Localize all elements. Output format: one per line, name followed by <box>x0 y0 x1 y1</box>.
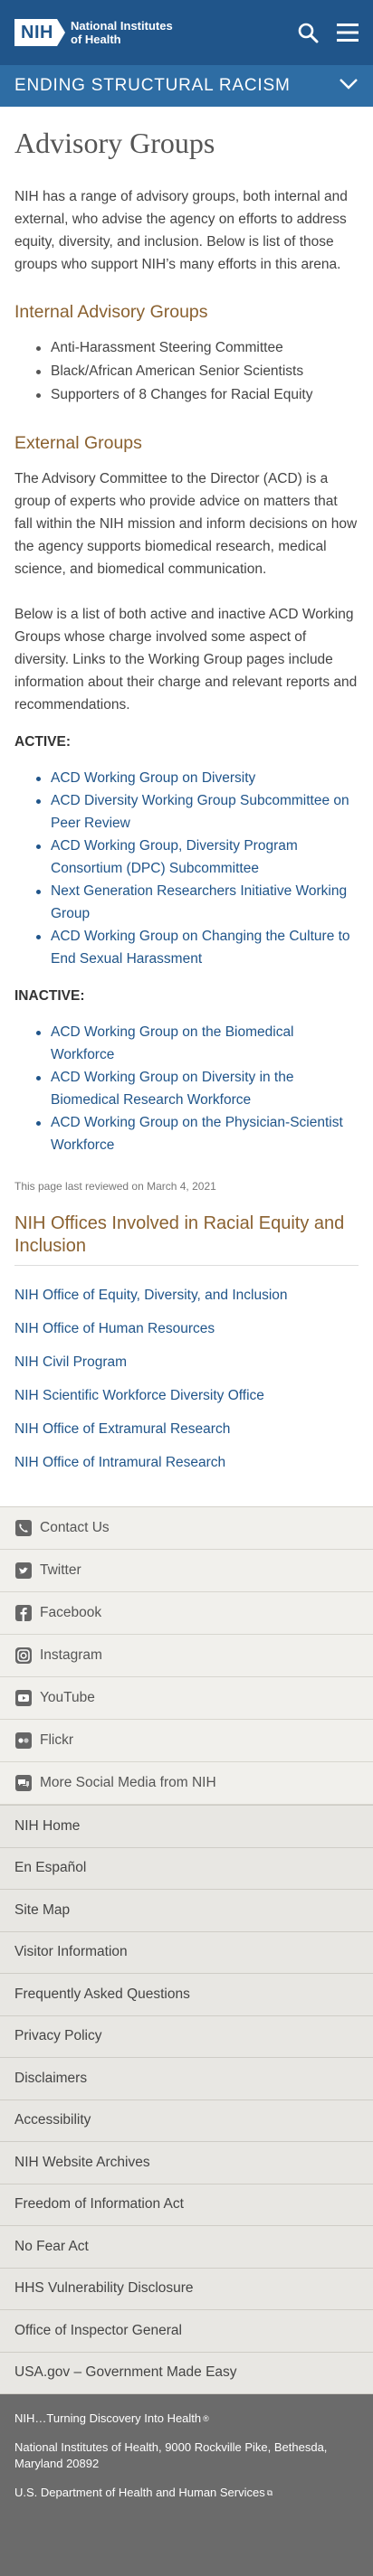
office-link[interactable]: NIH Office of Extramural Research <box>14 1421 230 1437</box>
office-link[interactable]: NIH Civil Program <box>14 1354 127 1370</box>
inactive-group-link[interactable]: ACD Working Group on the Physician-Scien… <box>36 1111 359 1156</box>
active-group-link[interactable]: ACD Working Group on Changing the Cultur… <box>36 925 359 970</box>
social-instagram[interactable]: Instagram <box>0 1635 373 1677</box>
facebook-icon <box>14 1604 33 1622</box>
twitter-icon <box>14 1562 33 1580</box>
address: National Institutes of Health, 9000 Rock… <box>14 2440 328 2470</box>
footer-link[interactable]: Visitor Information <box>0 1932 373 1974</box>
footer-link[interactable]: En Español <box>0 1848 373 1890</box>
site-header: NIH National Institutes of Health ENDING… <box>0 0 373 107</box>
active-group-link[interactable]: ACD Working Group on Diversity <box>36 767 359 789</box>
header-actions <box>297 22 359 43</box>
offices-list: NIH Office of Equity, Diversity, and Inc… <box>14 1279 359 1479</box>
internal-groups-heading: Internal Advisory Groups <box>14 302 208 322</box>
footer-link[interactable]: No Fear Act <box>0 2226 373 2269</box>
active-group-link[interactable]: ACD Diversity Working Group Subcommittee… <box>36 789 359 835</box>
inactive-label: INACTIVE: <box>14 988 85 1004</box>
footer-link[interactable]: Accessibility <box>0 2100 373 2142</box>
footer-link[interactable]: Frequently Asked Questions <box>0 1974 373 2016</box>
active-group-link[interactable]: ACD Working Group, Diversity Program Con… <box>36 835 359 880</box>
footer-links: NIH Home En Español Site Map Visitor Inf… <box>0 1805 373 2394</box>
top-bar: NIH National Institutes of Health <box>0 0 373 65</box>
office-link[interactable]: NIH Office of Intramural Research <box>14 1455 225 1470</box>
intro-paragraph: NIH has a range of advisory groups, both… <box>14 189 348 272</box>
social-label: Contact Us <box>40 1520 110 1535</box>
logo-line-2: of Health <box>71 33 121 46</box>
footer-link[interactable]: NIH Website Archives <box>0 2142 373 2184</box>
nih-logo[interactable]: NIH National Institutes of Health <box>14 19 173 46</box>
social-facebook[interactable]: Facebook <box>0 1592 373 1635</box>
offices-heading: NIH Offices Involved in Racial Equity an… <box>14 1213 359 1266</box>
inactive-groups-list: ACD Working Group on the Biomedical Work… <box>14 1021 359 1156</box>
office-link[interactable]: NIH Office of Equity, Diversity, and Inc… <box>14 1288 288 1303</box>
logo-line-1: National Institutes <box>71 19 173 33</box>
social-label: More Social Media from NIH <box>40 1775 216 1790</box>
social-more[interactable]: More Social Media from NIH <box>0 1762 373 1805</box>
logo-mark: NIH <box>14 19 65 46</box>
footer-link[interactable]: HHS Vulnerability Disclosure <box>0 2269 373 2310</box>
page-title: Advisory Groups <box>14 127 215 159</box>
social-flickr[interactable]: Flickr <box>0 1720 373 1762</box>
list-item: Anti-Harassment Steering Committee <box>36 336 359 360</box>
office-link[interactable]: NIH Office of Human Resources <box>14 1321 215 1336</box>
active-label: ACTIVE: <box>14 734 71 750</box>
footer-link[interactable]: Disclaimers <box>0 2058 373 2100</box>
footer-link[interactable]: Site Map <box>0 1890 373 1932</box>
tagline: NIH…Turning Discovery Into Health ® <box>14 2411 209 2425</box>
social-youtube[interactable]: YouTube <box>0 1677 373 1720</box>
section-nav-toggle[interactable]: ENDING STRUCTURAL RACISM <box>0 65 373 107</box>
footer-link[interactable]: USA.gov – Government Made Easy <box>0 2353 373 2394</box>
flickr-icon <box>14 1731 33 1750</box>
inactive-group-link[interactable]: ACD Working Group on the Biomedical Work… <box>36 1021 359 1066</box>
logo-text: National Institutes of Health <box>71 19 173 46</box>
search-icon[interactable] <box>297 22 319 43</box>
list-item: Supporters of 8 Changes for Racial Equit… <box>36 383 359 407</box>
external-paragraph-2: Below is a list of both active and inact… <box>14 607 358 712</box>
active-groups-list: ACD Working Group on Diversity ACD Diver… <box>14 767 359 970</box>
inactive-group-link[interactable]: ACD Working Group on Diversity in the Bi… <box>36 1066 359 1111</box>
chevron-down-icon <box>339 78 359 95</box>
social-label: Instagram <box>40 1647 102 1663</box>
site-footer: Contact Us Twitter Facebook Instagram Yo… <box>0 1506 373 2576</box>
social-label: Flickr <box>40 1732 74 1748</box>
phone-icon <box>14 1519 33 1537</box>
active-group-link[interactable]: Next Generation Researchers Initiative W… <box>36 880 359 925</box>
offices-section: NIH Offices Involved in Racial Equity an… <box>14 1213 359 1479</box>
chat-icon <box>14 1774 33 1792</box>
footer-link[interactable]: NIH Home <box>0 1806 373 1848</box>
footer-bottom: NIH…Turning Discovery Into Health ® Natio… <box>0 2394 373 2576</box>
footer-link[interactable]: Privacy Policy <box>0 2016 373 2058</box>
external-groups-heading: External Groups <box>14 433 142 453</box>
external-link-icon: ⧉ <box>266 2488 273 2497</box>
social-contact-us[interactable]: Contact Us <box>0 1507 373 1550</box>
last-reviewed: This page last reviewed on March 4, 2021 <box>14 1180 216 1193</box>
social-links: Contact Us Twitter Facebook Instagram Yo… <box>0 1506 373 1805</box>
instagram-icon <box>14 1647 33 1665</box>
footer-link[interactable]: Office of Inspector General <box>0 2310 373 2353</box>
social-label: YouTube <box>40 1690 95 1705</box>
social-twitter[interactable]: Twitter <box>0 1550 373 1592</box>
office-link[interactable]: NIH Scientific Workforce Diversity Offic… <box>14 1388 264 1403</box>
list-item: Black/African American Senior Scientists <box>36 360 359 383</box>
main-content: Advisory Groups NIH has a range of advis… <box>0 107 373 1479</box>
internal-groups-list: Anti-Harassment Steering Committee Black… <box>14 336 359 407</box>
youtube-icon <box>14 1689 33 1707</box>
external-paragraph-1: The Advisory Committee to the Director (… <box>14 471 358 577</box>
hamburger-menu-icon[interactable] <box>337 23 359 42</box>
social-label: Facebook <box>40 1605 102 1620</box>
section-title: ENDING STRUCTURAL RACISM <box>14 76 291 95</box>
footer-link[interactable]: Freedom of Information Act <box>0 2184 373 2226</box>
hhs-link[interactable]: U.S. Department of Health and Human Serv… <box>14 2485 359 2501</box>
social-label: Twitter <box>40 1562 81 1578</box>
registered-mark-icon: ® <box>203 2414 209 2423</box>
